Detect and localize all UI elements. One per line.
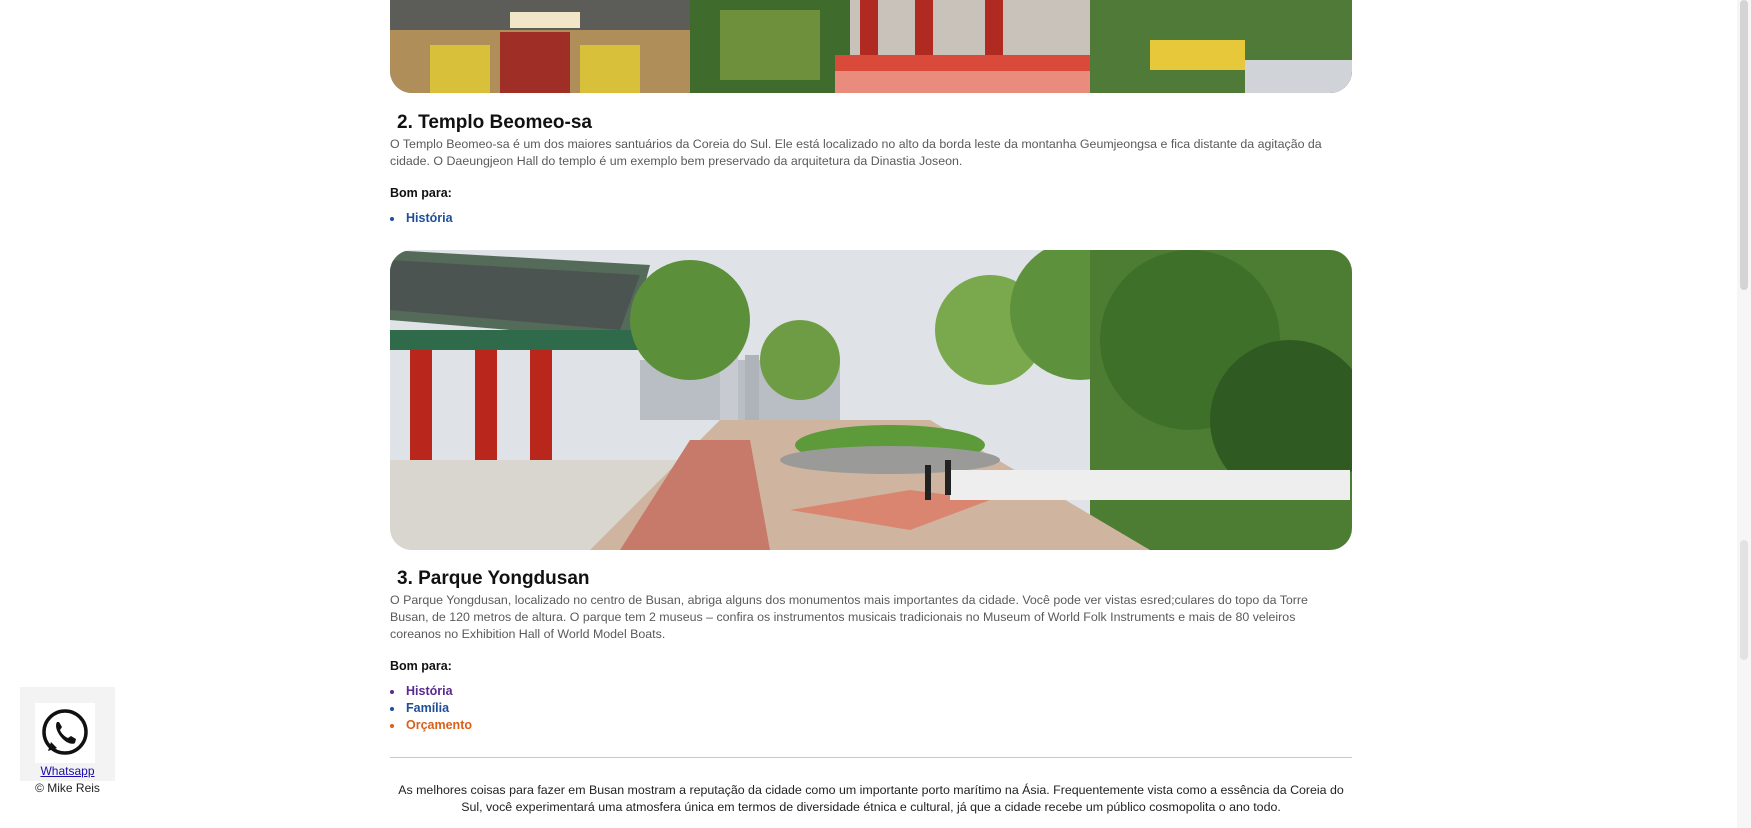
tag-historia[interactable]: História <box>390 210 453 227</box>
summary-text: As melhores coisas para fazer em Busan m… <box>398 783 1344 814</box>
divider <box>390 757 1352 758</box>
good-for-list: História Família Orçamento <box>390 683 472 734</box>
temple-beomeo-sa-photo <box>390 0 1352 93</box>
good-for-label: Bom para: <box>390 659 452 673</box>
good-for-list: História <box>390 210 453 227</box>
scrollbar-track-segment <box>1740 540 1748 660</box>
whatsapp-phone-icon[interactable] <box>35 703 95 763</box>
section-title-yongdusan: 3. Parque Yongdusan <box>397 568 590 589</box>
section-text-yongdusan: O Parque Yongdusan, localizado no centro… <box>390 593 1308 641</box>
tag-historia[interactable]: História <box>390 683 472 700</box>
tag-orcamento[interactable]: Orçamento <box>390 717 472 734</box>
section-text-beomeo-sa: O Templo Beomeo-sa é um dos maiores sant… <box>390 137 1322 168</box>
good-for-label: Bom para: <box>390 186 452 200</box>
page-scrollbar[interactable] <box>1737 0 1751 828</box>
scrollbar-thumb[interactable] <box>1740 0 1748 290</box>
tag-familia[interactable]: Família <box>390 700 472 717</box>
section-title-beomeo-sa: 2. Templo Beomeo-sa <box>397 112 592 133</box>
whatsapp-link[interactable]: Whatsapp <box>20 764 115 778</box>
yongdusan-park-photo <box>390 250 1352 550</box>
copyright-text: © Mike Reis <box>35 781 100 795</box>
whatsapp-widget: Whatsapp © Mike Reis <box>20 687 115 795</box>
